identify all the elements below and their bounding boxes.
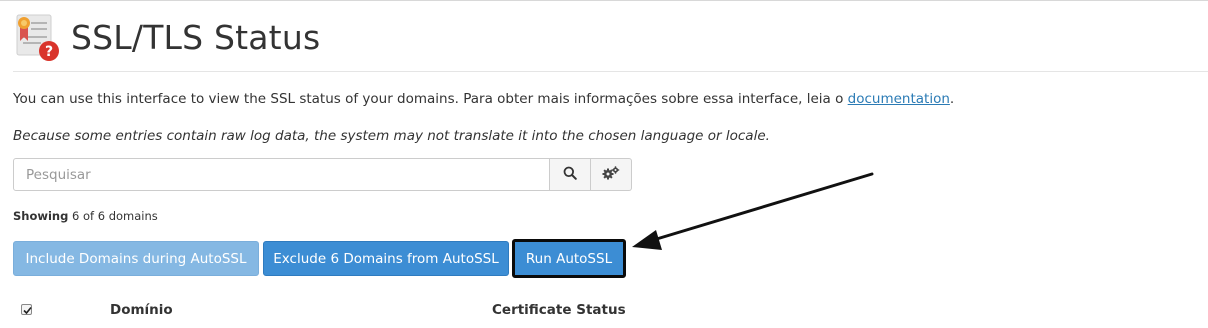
column-header-domain[interactable]: Domínio <box>110 302 173 318</box>
intro-text: You can use this interface to view the S… <box>13 91 954 107</box>
action-buttons: Include Domains during AutoSSL Exclude 6… <box>13 239 626 278</box>
svg-text:?: ? <box>45 44 53 60</box>
select-all-checkbox[interactable] <box>21 304 32 315</box>
search-button[interactable] <box>550 158 591 191</box>
intro-text-body: You can use this interface to view the S… <box>13 91 848 107</box>
locale-note: Because some entries contain raw log dat… <box>13 128 770 144</box>
showing-label: Showing <box>13 209 69 223</box>
header-divider <box>13 71 1208 72</box>
search-bar <box>13 158 632 191</box>
search-settings-button[interactable] <box>591 158 632 191</box>
search-icon <box>563 165 577 184</box>
page-header: ? SSL/TLS Status <box>13 9 320 65</box>
gears-icon <box>602 165 620 184</box>
showing-count: Showing 6 of 6 domains <box>13 209 158 223</box>
search-input[interactable] <box>13 158 550 191</box>
showing-text: 6 of 6 domains <box>72 209 158 223</box>
check-icon <box>23 306 32 315</box>
page-title: SSL/TLS Status <box>71 17 321 57</box>
exclude-domains-button[interactable]: Exclude 6 Domains from AutoSSL <box>263 241 509 276</box>
ssl-certificate-icon: ? <box>13 11 61 63</box>
column-header-certificate-status[interactable]: Certificate Status <box>492 302 626 318</box>
include-domains-button[interactable]: Include Domains during AutoSSL <box>13 241 259 276</box>
intro-text-end: . <box>949 91 955 107</box>
table-header: Domínio Certificate Status <box>13 301 913 327</box>
documentation-link[interactable]: documentation <box>848 91 950 107</box>
run-autossl-button[interactable]: Run AutoSSL <box>512 239 626 278</box>
